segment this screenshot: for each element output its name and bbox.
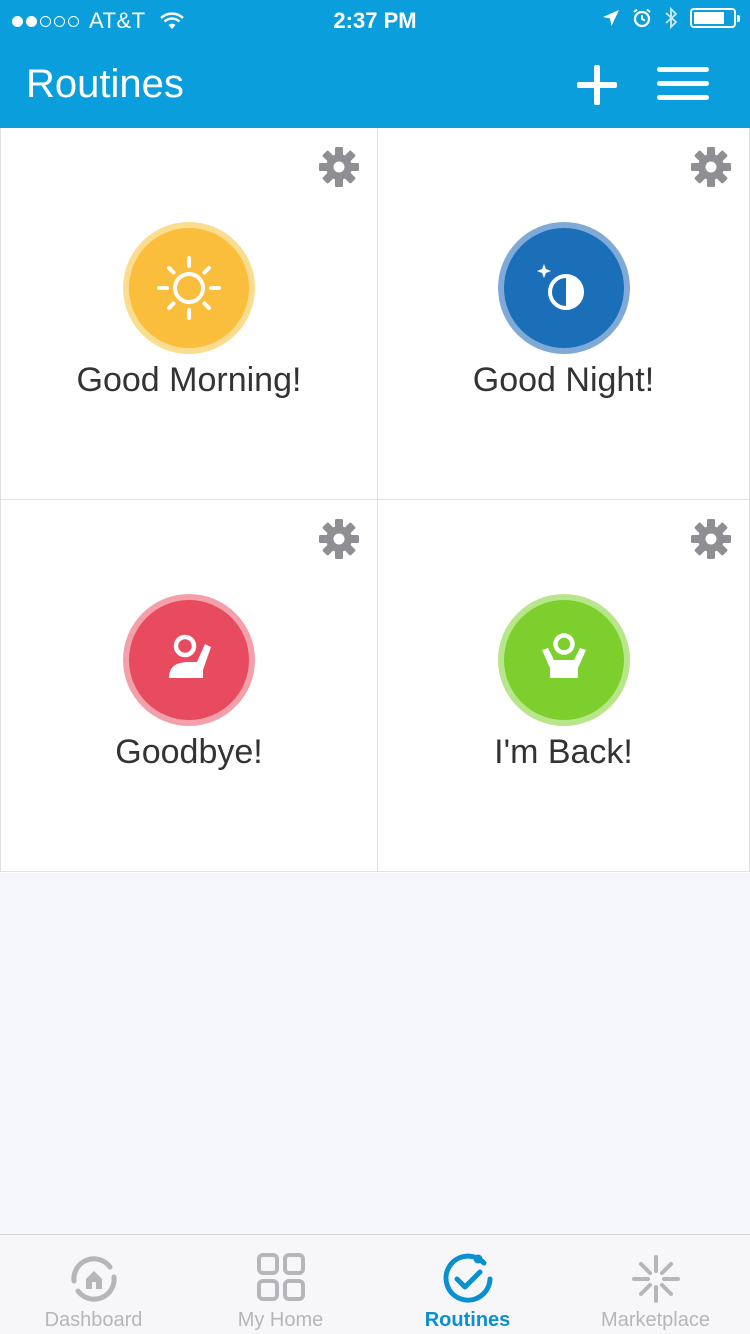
sparkle-icon [631, 1255, 680, 1303]
gear-icon[interactable] [318, 146, 360, 188]
location-arrow-icon [603, 10, 619, 26]
sun-icon [157, 256, 221, 320]
top-bar: AT&T 2:37 PM Routines [0, 0, 750, 128]
routine-card-good-night[interactable]: Good Night! [378, 128, 750, 500]
tab-routines[interactable]: Routines [374, 1235, 561, 1334]
routine-icon-circle [129, 600, 249, 720]
routine-label: I'm Back! [494, 733, 633, 771]
tab-label: Marketplace [601, 1309, 710, 1331]
routine-icon-circle [129, 228, 249, 348]
gear-icon[interactable] [690, 518, 732, 560]
dashboard-home-icon [70, 1256, 117, 1302]
add-routine-button[interactable] [576, 64, 618, 106]
tab-label: My Home [237, 1309, 324, 1331]
routines-grid: Good Morning! Good Night! Goodbye! I'm B… [0, 128, 750, 873]
menu-button[interactable] [656, 64, 710, 104]
bluetooth-icon [665, 7, 678, 29]
tab-bar: Dashboard My Home Routines Marketplace [0, 1234, 750, 1334]
tab-label: Dashboard [44, 1309, 143, 1331]
grid-icon [256, 1253, 305, 1301]
gear-icon[interactable] [318, 518, 360, 560]
routine-label: Good Night! [472, 361, 655, 399]
gear-icon[interactable] [690, 146, 732, 188]
routine-icon-circle [503, 228, 624, 348]
check-circle-icon [443, 1253, 492, 1303]
status-right [602, 7, 740, 29]
person-arms-up-icon [541, 633, 586, 678]
tab-my-home[interactable]: My Home [187, 1235, 374, 1334]
alarm-clock-icon [633, 8, 651, 28]
battery-icon [690, 8, 740, 28]
tab-dashboard[interactable]: Dashboard [0, 1235, 187, 1334]
person-waving-icon [169, 634, 211, 678]
routine-card-good-morning[interactable]: Good Morning! [0, 128, 378, 500]
routine-icon-circle [503, 600, 624, 720]
tab-label: Routines [424, 1309, 511, 1331]
moon-icon [536, 264, 584, 310]
status-bar: AT&T 2:37 PM [0, 0, 750, 40]
routine-label: Good Morning! [76, 361, 302, 399]
routine-label: Goodbye! [115, 733, 263, 771]
routine-card-goodbye[interactable]: Goodbye! [0, 500, 378, 872]
routine-card-im-back[interactable]: I'm Back! [378, 500, 750, 872]
page-title: Routines [26, 62, 184, 106]
tab-marketplace[interactable]: Marketplace [561, 1235, 750, 1334]
